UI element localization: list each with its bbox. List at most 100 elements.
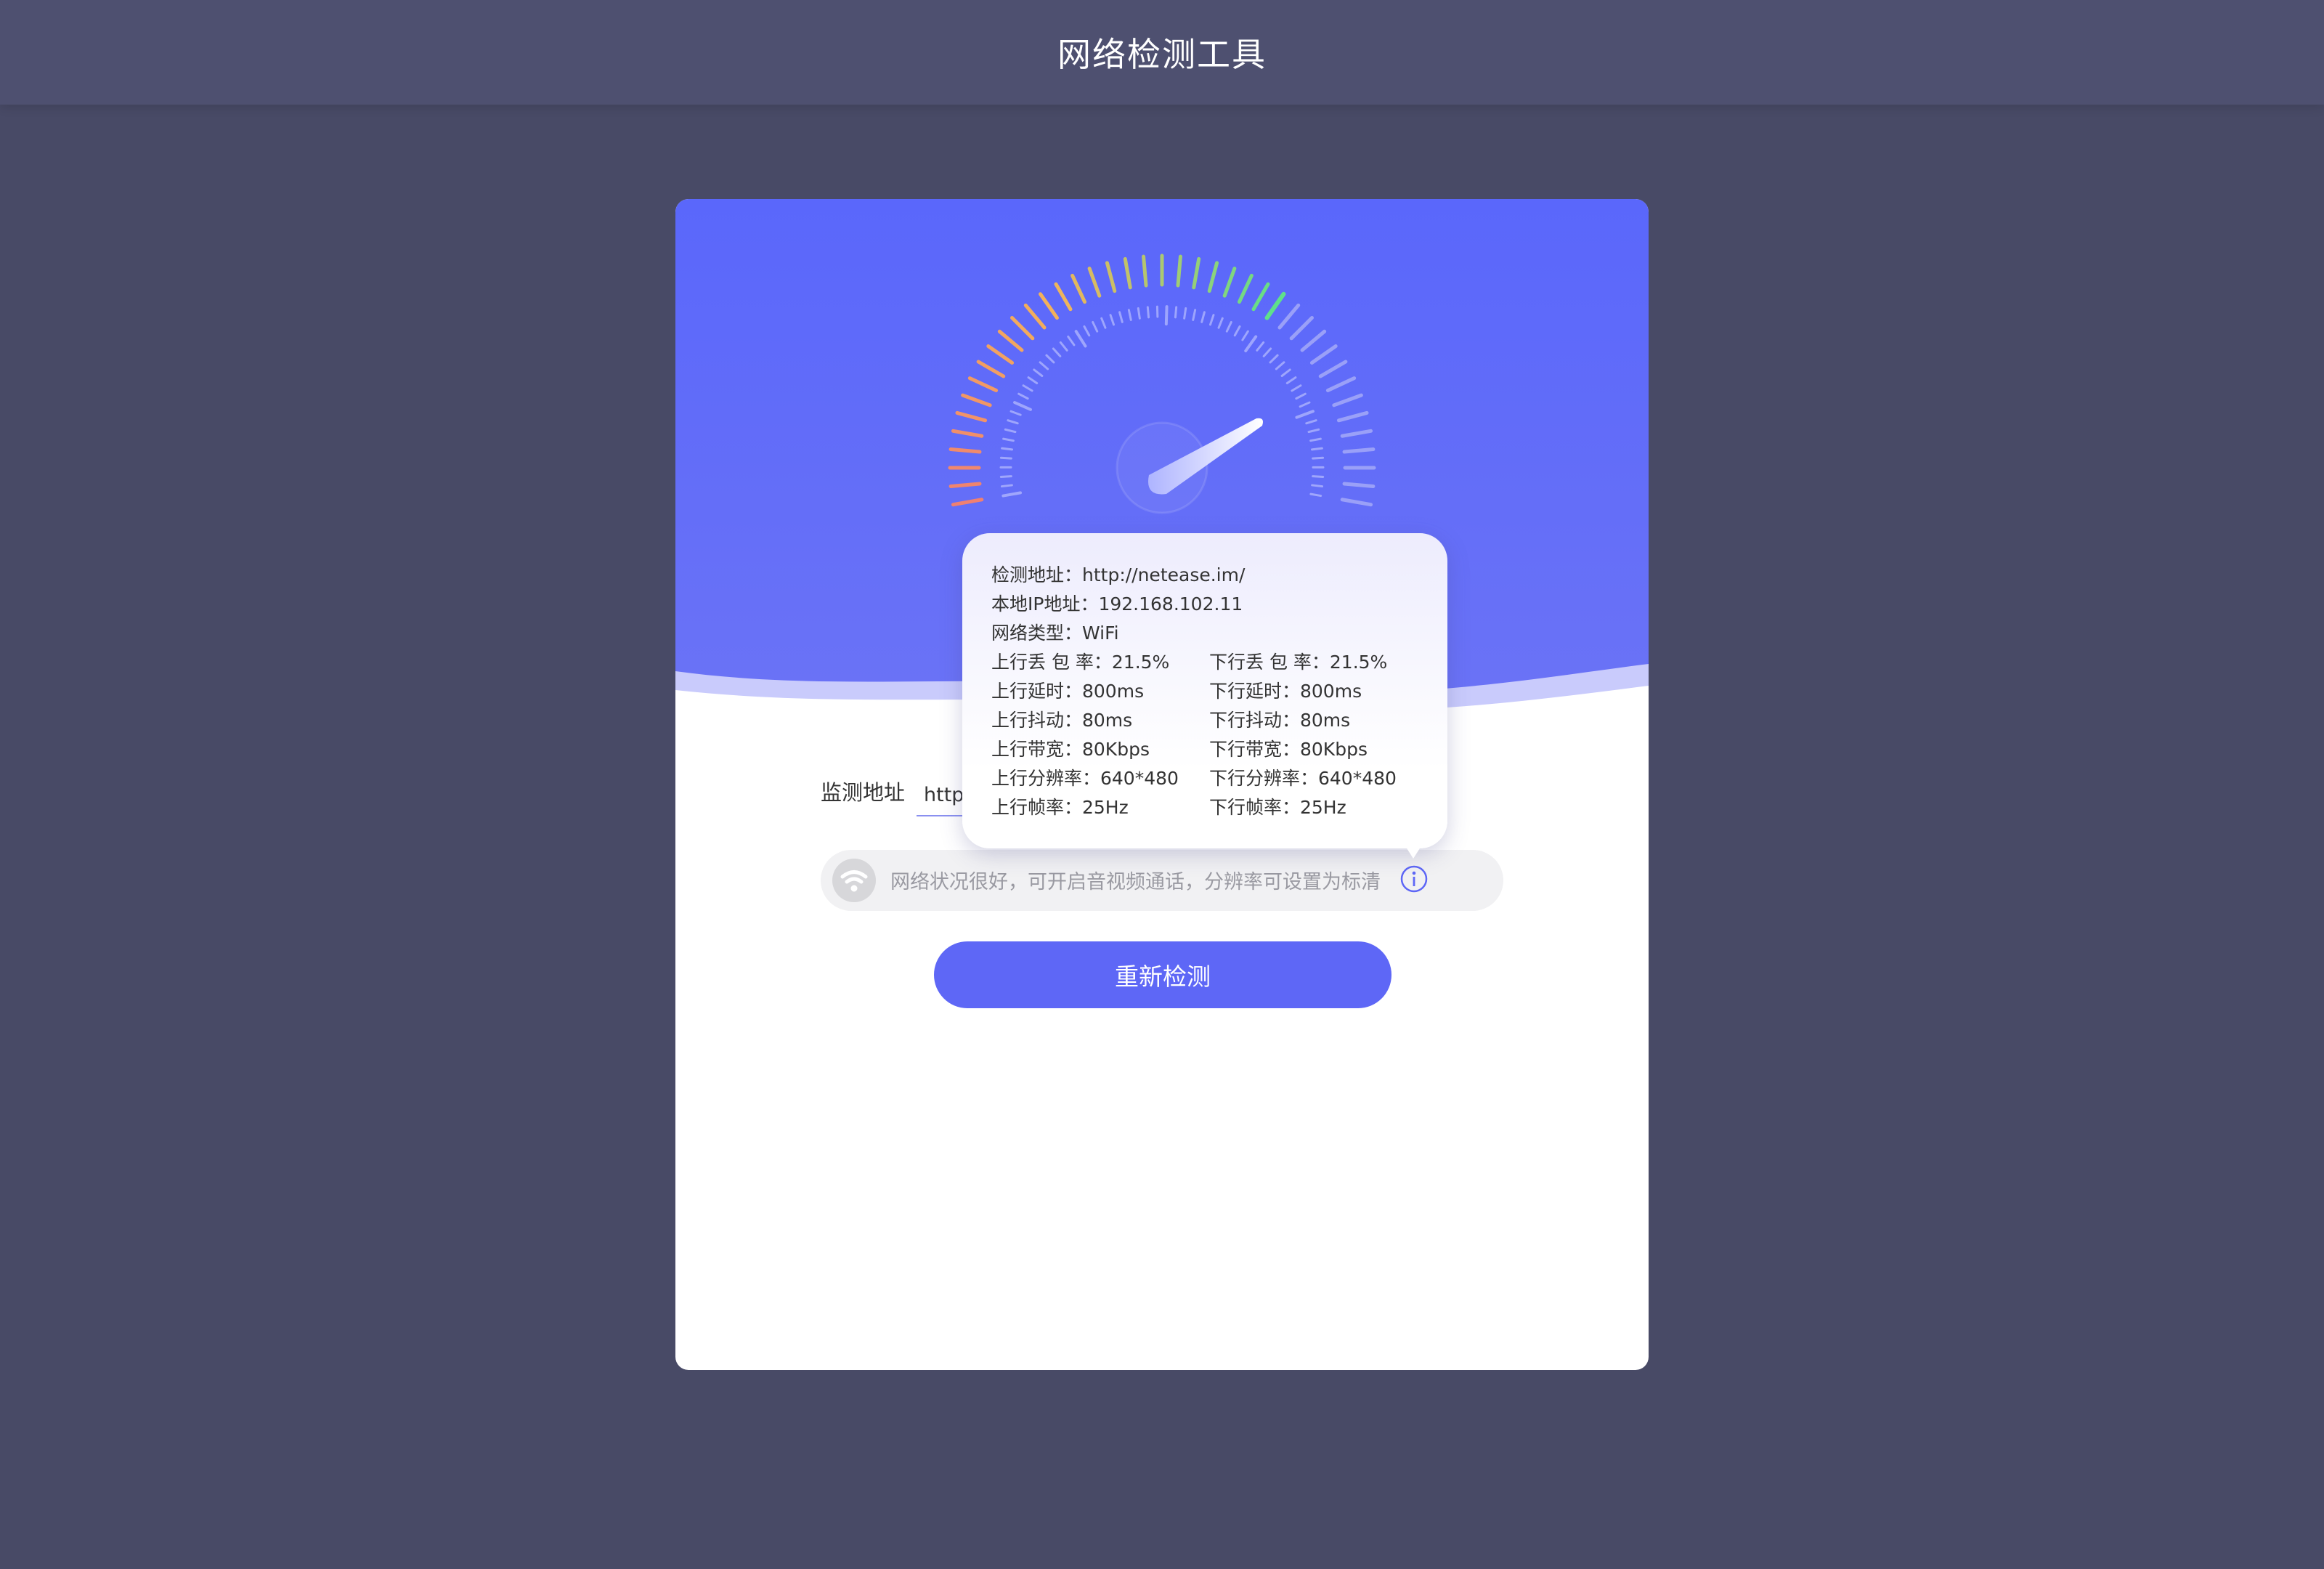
gauge-inner-tick bbox=[1269, 354, 1279, 364]
gauge-inner-tick bbox=[1022, 384, 1033, 392]
gauge-inner-tick bbox=[1295, 410, 1315, 419]
gauge-outer-tick bbox=[1010, 316, 1035, 341]
gauge-outer-tick bbox=[1340, 498, 1373, 507]
gauge-inner-tick bbox=[1045, 354, 1055, 364]
network-status-text: 网络状况很好，可开启音视频通话，分辨率可设置为标清 bbox=[890, 871, 1381, 893]
gauge-outer-tick bbox=[1309, 344, 1338, 365]
gauge-inner-tick bbox=[1067, 335, 1076, 346]
gauge-outer-tick bbox=[1342, 447, 1376, 454]
wifi-icon bbox=[832, 859, 876, 902]
gauge-outer-tick bbox=[1207, 261, 1219, 293]
gauge-inner-tick bbox=[1299, 401, 1311, 408]
gauge-inner-tick bbox=[1100, 317, 1107, 329]
gauge-inner-tick bbox=[1291, 384, 1302, 392]
gauge-inner-tick bbox=[1280, 368, 1291, 377]
gauge-inner-tick bbox=[1007, 419, 1019, 425]
gauge-outer-tick bbox=[1277, 303, 1301, 330]
network-status-bar: 网络状况很好，可开启音视频通话，分辨率可设置为标清 bbox=[821, 850, 1503, 911]
gauge-inner-tick bbox=[1033, 368, 1044, 377]
tooltip-down-bandwidth: 下行带宽：80Kbps bbox=[1209, 739, 1368, 760]
gauge-inner-tick bbox=[1002, 437, 1015, 442]
tooltip-up-jitter: 上行抖动：80ms bbox=[991, 710, 1133, 731]
gauge-outer-tick bbox=[1142, 254, 1148, 288]
info-icon[interactable] bbox=[1399, 864, 1429, 893]
gauge-inner-tick bbox=[1295, 392, 1307, 400]
tooltip-down-resolution: 下行分辨率：640*480 bbox=[1209, 768, 1397, 789]
gauge-outer-tick bbox=[1251, 282, 1270, 312]
gauge-outer-tick bbox=[1237, 273, 1254, 304]
tooltip-local-ip: 本地IP地址：192.168.102.11 bbox=[991, 593, 1243, 615]
gauge-inner-tick bbox=[1310, 447, 1323, 451]
gauge-inner-tick bbox=[1083, 325, 1091, 337]
gauge-outer-tick bbox=[948, 482, 982, 488]
tooltip-stat-row: 上行延时：800ms 下行延时：800ms bbox=[991, 677, 1427, 706]
monitor-address-label: 监测地址 bbox=[821, 780, 906, 805]
gauge-inner-tick bbox=[1146, 306, 1150, 319]
gauge-outer-tick bbox=[1340, 429, 1373, 438]
tooltip-up-resolution: 上行分辨率：640*480 bbox=[991, 768, 1179, 789]
gauge-outer-tick bbox=[951, 498, 984, 507]
gauge-inner-tick bbox=[1256, 341, 1265, 352]
gauge-outer-tick bbox=[951, 429, 984, 438]
gauge-outer-tick bbox=[976, 360, 1006, 378]
gauge-outer-tick bbox=[1300, 329, 1327, 352]
gauge-inner-tick bbox=[1017, 392, 1029, 400]
gauge-inner-tick bbox=[1052, 347, 1062, 357]
tooltip-stat-row: 上行帧率：25Hz 下行帧率：25Hz bbox=[991, 793, 1427, 822]
gauge-outer-tick bbox=[1332, 393, 1363, 408]
tooltip-down-packet-loss: 下行丢 包 率：21.5% bbox=[1209, 652, 1388, 673]
gauge-inner-tick bbox=[1092, 320, 1099, 333]
gauge-inner-tick bbox=[1001, 491, 1023, 498]
header-bar: 网络检测工具 bbox=[0, 0, 2324, 105]
gauge-inner-tick bbox=[1000, 484, 1013, 488]
tooltip-stat-row: 上行丢 包 率：21.5% 下行丢 包 率：21.5% bbox=[991, 648, 1427, 677]
gauge-inner-tick bbox=[1192, 309, 1197, 321]
tooltip-down-latency: 下行延时：800ms bbox=[1209, 681, 1362, 702]
recheck-button[interactable]: 重新检测 bbox=[934, 941, 1391, 1008]
tooltip-up-framerate: 上行帧率：25Hz bbox=[991, 797, 1129, 818]
network-details-tooltip: 检测地址：http://netease.im/ 本地IP地址：192.168.1… bbox=[962, 533, 1447, 848]
tooltip-up-bandwidth: 上行带宽：80Kbps bbox=[991, 739, 1150, 760]
gauge-outer-tick bbox=[1336, 410, 1369, 423]
gauge-inner-tick bbox=[1039, 361, 1049, 370]
gauge-inner-tick bbox=[1059, 341, 1068, 352]
gauge-inner-tick bbox=[1009, 410, 1022, 416]
gauge-inner-tick bbox=[1233, 325, 1241, 337]
gauge-inner-tick bbox=[1118, 311, 1124, 323]
gauge-inner-tick bbox=[1244, 335, 1258, 352]
tooltip-up-latency: 上行延时：800ms bbox=[991, 681, 1145, 702]
gauge-inner-tick bbox=[1311, 484, 1324, 488]
gauge-inner-tick bbox=[1275, 361, 1285, 370]
gauge-inner-tick bbox=[1004, 428, 1017, 434]
gauge-outer-tick bbox=[1123, 256, 1132, 290]
gauge-inner-tick bbox=[1074, 330, 1087, 348]
gauge-outer-tick bbox=[955, 410, 988, 423]
gauge-inner-tick bbox=[1013, 401, 1032, 411]
tooltip-stat-row: 上行抖动：80ms 下行抖动：80ms bbox=[991, 706, 1427, 735]
gauge-outer-tick bbox=[1264, 291, 1286, 320]
gauge-inner-tick bbox=[1127, 309, 1132, 321]
gauge-inner-tick bbox=[1200, 311, 1206, 323]
gauge-inner-tick bbox=[1241, 330, 1249, 341]
gauge-inner-tick bbox=[1309, 492, 1323, 498]
gauge-outer-tick bbox=[1054, 282, 1073, 312]
tooltip-pointer bbox=[1403, 843, 1423, 859]
tooltip-content: 检测地址：http://netease.im/ 本地IP地址：192.168.1… bbox=[991, 561, 1427, 822]
tooltip-stat-row: 上行分辨率：640*480 下行分辨率：640*480 bbox=[991, 764, 1427, 793]
gauge-outer-tick bbox=[967, 376, 999, 393]
gauge-outer-tick bbox=[1289, 316, 1314, 341]
gauge-inner-tick bbox=[1183, 307, 1187, 320]
gauge-inner-tick bbox=[1305, 419, 1317, 425]
gauge-outer-tick bbox=[1176, 254, 1182, 288]
gauge-outer-tick bbox=[1070, 273, 1087, 304]
tooltip-network-type: 网络类型：WiFi bbox=[991, 623, 1119, 644]
tooltip-down-framerate: 下行帧率：25Hz bbox=[1209, 797, 1346, 818]
gauge-outer-tick bbox=[1192, 256, 1201, 290]
gauge-outer-tick bbox=[1342, 482, 1376, 488]
gauge-inner-tick bbox=[1001, 447, 1014, 451]
gauge-inner-tick bbox=[1285, 376, 1297, 384]
gauge-outer-tick bbox=[1039, 292, 1059, 320]
gauge-inner-tick bbox=[1225, 320, 1232, 333]
gauge-inner-tick bbox=[1208, 314, 1215, 326]
gauge-outer-tick bbox=[1318, 360, 1348, 378]
